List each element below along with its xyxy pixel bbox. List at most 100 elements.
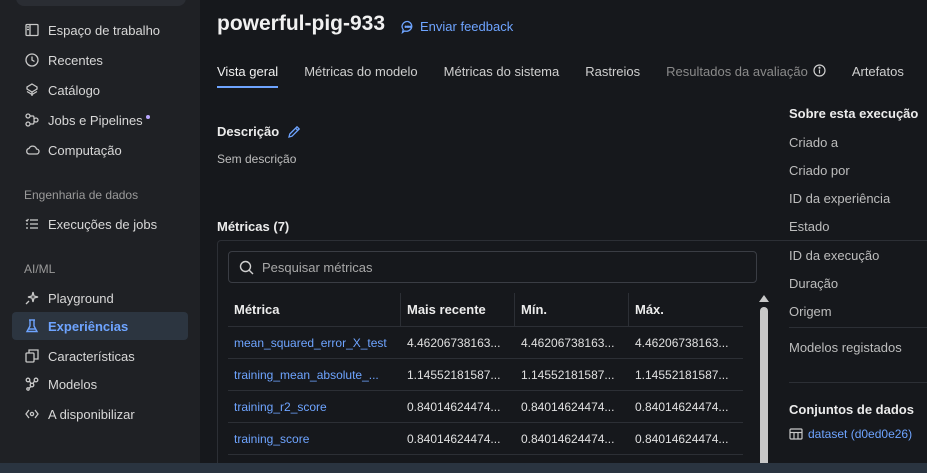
description-value: Sem descrição <box>217 152 297 166</box>
sidebar-item-label: Execuções de jobs <box>48 216 158 232</box>
about-status: Estado <box>789 219 830 234</box>
sidebar-item-compute[interactable]: Computação <box>12 136 188 164</box>
sidebar-item-serving[interactable]: A disponibilizar <box>12 400 188 428</box>
metric-min-value: 1.14552181587... <box>521 367 615 382</box>
tab-label: Rastreios <box>585 64 641 79</box>
sidebar-item-features[interactable]: Características <box>12 342 188 370</box>
features-icon <box>24 348 40 364</box>
main-content: powerful-pig-933 Enviar feedback Vista g… <box>200 0 927 473</box>
sidebar-item-workspace[interactable]: Espaço de trabalho <box>12 16 188 44</box>
metrics-table: Métrica Mais recente Mín. Máx. mean_squa… <box>228 293 743 455</box>
column-header-latest[interactable]: Mais recente <box>401 293 515 326</box>
serving-icon <box>24 406 40 422</box>
table-row: training_score 0.84014624474... 0.840146… <box>228 423 743 455</box>
dataset-link-label: dataset (d0ed0e26) <box>808 427 913 441</box>
divider <box>789 327 927 328</box>
metric-latest-value: 4.46206738163... <box>407 335 501 350</box>
sidebar: Espaço de trabalho Recentes Catálogo Job… <box>0 0 200 473</box>
metric-latest-value: 0.84014624474... <box>407 431 501 446</box>
sidebar-item-label: A disponibilizar <box>48 406 135 422</box>
metric-latest-value: 1.14552181587... <box>407 367 501 382</box>
tab-label: Métricas do sistema <box>443 64 560 79</box>
column-header-min[interactable]: Mín. <box>515 293 629 326</box>
metric-min-value: 0.84014624474... <box>521 399 615 414</box>
metric-name-link[interactable]: mean_squared_error_X_test <box>228 327 401 358</box>
workspace-icon <box>24 22 40 38</box>
dataset-link[interactable]: dataset (d0ed0e26) <box>789 427 912 441</box>
about-run-id: ID da execução <box>789 248 880 263</box>
sidebar-item-label: Modelos <box>48 376 98 392</box>
metric-max-value: 1.14552181587... <box>635 367 729 382</box>
scrollbar-thumb[interactable] <box>760 307 768 467</box>
column-header-max[interactable]: Máx. <box>629 293 743 326</box>
feedback-label: Enviar feedback <box>420 19 514 34</box>
sparkle-icon <box>24 290 40 306</box>
section-label-data-engineering: Engenharia de dados <box>24 188 139 202</box>
workflow-icon <box>24 112 40 128</box>
tab-label: Vista geral <box>217 64 279 79</box>
about-source: Origem <box>789 304 832 319</box>
sidebar-top-item[interactable] <box>16 0 186 6</box>
page-title: powerful-pig-933 <box>217 12 386 35</box>
search-input[interactable] <box>262 259 742 275</box>
section-label-aiml: AI/ML <box>24 262 56 276</box>
tab-label: Métricas do modelo <box>304 64 418 79</box>
sidebar-item-models[interactable]: Modelos <box>12 370 188 398</box>
tab-traces[interactable]: Rastreios <box>585 58 640 88</box>
metrics-heading: Métricas (7) <box>217 219 290 234</box>
sidebar-item-recents[interactable]: Recentes <box>12 46 188 74</box>
list-icon <box>24 216 40 232</box>
pencil-icon[interactable] <box>287 125 301 139</box>
sidebar-item-playground[interactable]: Playground <box>12 284 188 312</box>
send-feedback-link[interactable]: Enviar feedback <box>401 19 513 34</box>
table-header: Métrica Mais recente Mín. Máx. <box>228 293 743 327</box>
sidebar-item-job-runs[interactable]: Execuções de jobs <box>12 210 188 238</box>
tab-model-metrics[interactable]: Métricas do modelo <box>304 58 417 88</box>
sidebar-item-experiments[interactable]: Experiências <box>12 312 188 340</box>
models-icon <box>24 376 40 392</box>
metric-latest-value: 0.84014624474... <box>407 399 501 414</box>
sidebar-item-label: Espaço de trabalho <box>48 22 161 38</box>
metric-max-value: 0.84014624474... <box>635 399 729 414</box>
sidebar-item-catalog[interactable]: Catálogo <box>12 76 188 104</box>
sidebar-item-label: Playground <box>48 290 114 306</box>
description-label: Descrição <box>217 124 280 139</box>
description-heading: Descrição <box>217 124 301 139</box>
metric-name-link[interactable]: training_r2_score <box>228 391 401 422</box>
scroll-up-arrow-icon[interactable] <box>759 295 769 302</box>
chat-bubble-icon <box>401 20 415 34</box>
sidebar-item-label: Jobs e Pipelines <box>48 112 143 128</box>
metric-max-value: 0.84014624474... <box>635 431 729 446</box>
about-created-by: Criado por <box>789 163 850 178</box>
sidebar-item-label: Recentes <box>48 52 103 68</box>
table-row: mean_squared_error_X_test 4.46206738163.… <box>228 327 743 359</box>
catalog-icon <box>24 82 40 98</box>
metric-min-value: 0.84014624474... <box>521 431 615 446</box>
new-badge-dot <box>145 115 150 119</box>
bottom-status-bar <box>0 463 927 473</box>
column-header-metric[interactable]: Métrica <box>228 293 401 326</box>
about-run-heading: Sobre esta execução <box>789 106 919 121</box>
metric-name-link[interactable]: training_mean_absolute_... <box>228 359 401 390</box>
tab-label: Resultados da avaliação <box>666 64 808 79</box>
search-icon <box>239 260 254 275</box>
metrics-search[interactable] <box>228 251 757 283</box>
about-experiment-id: ID da experiência <box>789 191 891 206</box>
metric-max-value: 4.46206738163... <box>635 335 729 350</box>
sidebar-item-jobs-pipelines[interactable]: Jobs e Pipelines <box>12 106 188 134</box>
table-row: training_r2_score 0.84014624474... 0.840… <box>228 391 743 423</box>
flask-icon <box>24 318 40 334</box>
about-created-at: Criado a <box>789 135 839 150</box>
metric-min-value: 4.46206738163... <box>521 335 615 350</box>
sidebar-item-label: Catálogo <box>48 82 101 98</box>
sidebar-item-label: Características <box>48 348 135 364</box>
table-icon <box>789 427 803 441</box>
tab-overview[interactable]: Vista geral <box>217 58 279 88</box>
table-row: training_mean_absolute_... 1.14552181587… <box>228 359 743 391</box>
divider <box>789 382 927 383</box>
metric-name-link[interactable]: training_score <box>228 423 401 454</box>
table-scrollbar[interactable] <box>757 293 771 473</box>
about-registered-models: Modelos registados <box>789 340 902 355</box>
tab-system-metrics[interactable]: Métricas do sistema <box>444 58 560 88</box>
about-duration: Duração <box>789 276 839 291</box>
